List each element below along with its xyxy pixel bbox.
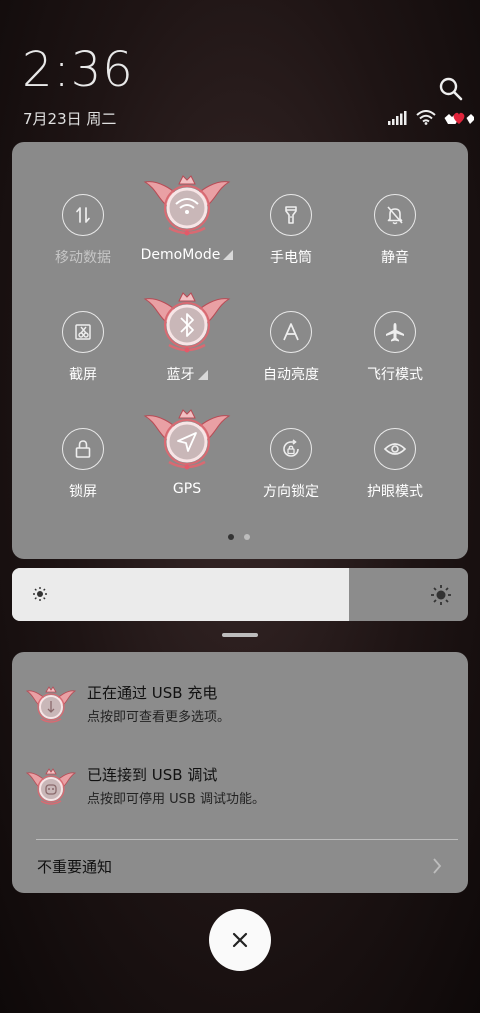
emblem-wifi-icon [143, 175, 231, 236]
tile-label: 静音 [381, 250, 409, 266]
tile-label: 锁屏 [69, 484, 97, 500]
tile-label: 蓝牙 [135, 364, 239, 384]
chevron-right-icon[interactable] [430, 856, 444, 876]
airplane-icon [374, 311, 416, 353]
page-dot-active[interactable] [228, 534, 234, 540]
tile-airplane[interactable]: 飞行模式 [343, 311, 447, 411]
tile-wifi[interactable]: DemoMode [135, 175, 239, 294]
notification-title: 已连接到 USB 调试 [87, 766, 218, 784]
status-bar [388, 110, 474, 125]
flashlight-icon [270, 194, 312, 236]
battery-hearts-icon [444, 112, 474, 124]
tile-label: 手电筒 [270, 250, 312, 266]
close-icon [232, 932, 248, 948]
mute-bell-icon [374, 194, 416, 236]
usb-charging-emblem-icon [26, 686, 76, 723]
divider [36, 839, 458, 840]
page-indicator [228, 534, 250, 540]
page-dot[interactable] [244, 534, 250, 540]
tile-label: 移动数据 [55, 250, 111, 266]
brightness-low-icon [33, 587, 47, 601]
wifi-icon [416, 110, 436, 125]
drag-handle[interactable] [222, 633, 258, 637]
tile-mute[interactable]: 静音 [343, 194, 447, 294]
tile-auto-brightness[interactable]: 自动亮度 [239, 311, 343, 411]
tile-flashlight[interactable]: 手电筒 [239, 194, 343, 294]
date: 7月23日 周二 [23, 110, 117, 128]
tile-label: 方向锁定 [263, 484, 319, 500]
tile-mobile-data[interactable]: 移动数据 [31, 194, 135, 294]
brightness-fill [12, 568, 350, 621]
tile-bluetooth[interactable]: 蓝牙 [135, 292, 239, 411]
clock: 2:36 [22, 42, 134, 98]
brightness-high-icon [431, 585, 451, 605]
mobile-data-icon [62, 194, 104, 236]
signal-icon [388, 110, 407, 125]
tile-label: GPS [172, 481, 202, 497]
notification-title: 正在通过 USB 充电 [87, 684, 218, 702]
clear-all-button[interactable] [209, 909, 271, 971]
tile-label: 自动亮度 [263, 367, 319, 383]
tile-label: 截屏 [69, 367, 97, 383]
lock-icon [62, 428, 104, 470]
tile-screenshot[interactable]: 截屏 [31, 311, 135, 411]
brightness-slider[interactable] [12, 568, 468, 621]
notification-text: 点按即可停用 USB 调试功能。 [87, 792, 265, 807]
tile-label: 飞行模式 [367, 367, 423, 383]
rotation-lock-icon [270, 428, 312, 470]
emblem-bluetooth-icon [143, 292, 231, 353]
unimportant-notifications-link[interactable]: 不重要通知 [37, 856, 112, 877]
quick-settings-panel: 移动数据 DemoMode 手电筒 静音 截屏 蓝牙 自动亮度 飞行模式 锁屏 … [12, 142, 468, 559]
auto-brightness-icon [270, 311, 312, 353]
tile-rotation-lock[interactable]: 方向锁定 [239, 428, 343, 528]
notification-usb-charging[interactable]: 正在通过 USB 充电 点按即可查看更多选项。 [12, 682, 468, 742]
usb-debugging-emblem-icon [26, 768, 76, 805]
tile-lock-screen[interactable]: 锁屏 [31, 428, 135, 528]
tile-eye-care[interactable]: 护眼模式 [343, 428, 447, 528]
search-icon[interactable] [438, 76, 464, 102]
notification-usb-debugging[interactable]: 已连接到 USB 调试 点按即可停用 USB 调试功能。 [12, 764, 468, 824]
notification-panel: 正在通过 USB 充电 点按即可查看更多选项。 已连接到 USB 调试 点按即可… [12, 652, 468, 893]
eye-icon [374, 428, 416, 470]
screenshot-icon [62, 311, 104, 353]
emblem-location-icon [143, 409, 231, 470]
tile-gps[interactable]: GPS [135, 409, 239, 528]
expand-triangle-icon [197, 370, 208, 380]
tile-label: DemoMode [135, 247, 239, 263]
notification-text: 点按即可查看更多选项。 [87, 710, 231, 725]
expand-triangle-icon [223, 250, 234, 260]
tile-label: 护眼模式 [367, 484, 423, 500]
